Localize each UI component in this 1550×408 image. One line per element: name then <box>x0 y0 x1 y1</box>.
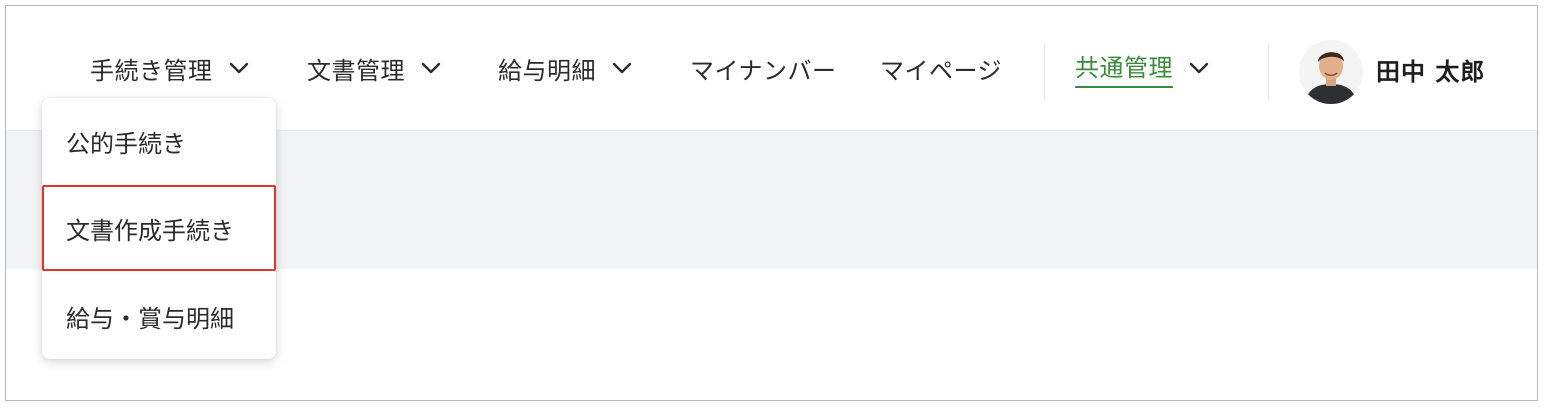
user-avatar[interactable] <box>1299 40 1363 104</box>
nav-mypage-label: マイページ <box>880 56 1003 85</box>
chevron-down-icon <box>612 62 632 74</box>
nav-payslip-menu[interactable]: 給与明細 <box>498 50 634 86</box>
dropdown-item-label: 文書作成手続き <box>66 216 234 245</box>
nav-common-settings-menu[interactable]: 共通管理 <box>1075 48 1211 88</box>
chevron-down-icon <box>1189 62 1209 74</box>
nav-procedures-menu[interactable]: 手続き管理 <box>90 50 251 86</box>
dropdown-item-public-procedures[interactable]: 公的手続き <box>42 98 276 184</box>
procedures-dropdown-menu: 公的手続き 文書作成手続き 給与・賞与明細 <box>42 98 276 359</box>
nav-mynumber-label: マイナンバー <box>690 56 837 85</box>
avatar-photo-icon <box>1299 40 1363 104</box>
dropdown-item-label: 公的手続き <box>66 129 186 158</box>
nav-divider <box>1044 44 1045 100</box>
chevron-down-icon <box>421 62 441 74</box>
nav-mypage-link[interactable]: マイページ <box>880 50 1002 86</box>
nav-documents-menu[interactable]: 文書管理 <box>307 50 443 86</box>
dropdown-item-label: 給与・賞与明細 <box>66 304 234 333</box>
nav-common-settings-label: 共通管理 <box>1075 48 1173 88</box>
nav-mynumber-link[interactable]: マイナンバー <box>690 50 837 86</box>
dropdown-item-salary-bonus-slips[interactable]: 給与・賞与明細 <box>42 273 276 359</box>
nav-procedures-label: 手続き管理 <box>90 56 213 85</box>
nav-payslip-label: 給与明細 <box>498 56 596 85</box>
chevron-down-icon <box>229 62 248 74</box>
app-window: 手続き管理 文書管理 給与明細 マイナンバー マイページ 共通管理 田中 太郎 … <box>5 5 1538 401</box>
user-name[interactable]: 田中 太郎 <box>1376 52 1485 87</box>
nav-divider <box>1268 44 1269 100</box>
nav-documents-label: 文書管理 <box>307 56 405 85</box>
dropdown-item-document-creation[interactable]: 文書作成手続き <box>42 185 276 271</box>
